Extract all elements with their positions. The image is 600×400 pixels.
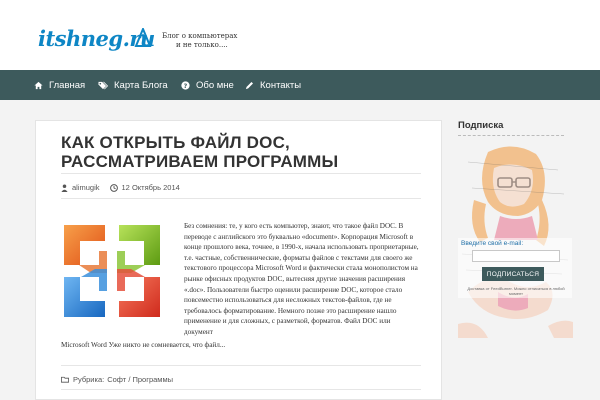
tagline-line-1: Блог о компьютерах <box>162 32 238 40</box>
post-date: 12 Октябрь 2014 <box>109 183 180 192</box>
post-author-name: alimugik <box>72 183 100 192</box>
site-tagline: Блог о компьютерах и не только.... <box>162 32 237 50</box>
post-excerpt-tail: Microsoft Word Уже никто не сомневается,… <box>61 341 226 349</box>
svg-text:?: ? <box>184 83 188 90</box>
nav-item-contacts[interactable]: Контакты <box>245 70 301 100</box>
post-title[interactable]: КАК ОТКРЫТЬ ФАЙЛ DOC, РАССМАТРИВАЕМ ПРОГ… <box>61 133 431 171</box>
post-author[interactable]: alimugik <box>61 183 100 192</box>
post-category: Рубрика: Софт / Программы <box>61 375 173 384</box>
main-navigation: Главная Карта Блога ? Обо мне Контакты <box>0 70 600 100</box>
post-meta: alimugik 12 Октябрь 2014 <box>61 183 190 192</box>
category-link[interactable]: Софт / Программы <box>107 375 173 384</box>
folder-icon <box>61 376 69 383</box>
user-icon <box>61 184 68 192</box>
subscribe-form: Введите свой e-mail: ПОДПИСАТЬСЯ Доставк… <box>458 238 572 298</box>
nav-item-blog-map[interactable]: Карта Блога <box>98 70 168 100</box>
nav-item-home[interactable]: Главная <box>34 70 85 100</box>
nav-label-contacts: Контакты <box>260 79 302 91</box>
nav-item-about[interactable]: ? Обо мне <box>181 70 234 100</box>
subscribe-button[interactable]: ПОДПИСАТЬСЯ <box>482 267 544 281</box>
question-icon: ? <box>181 80 190 90</box>
tags-icon <box>98 81 108 89</box>
sidebar-subscribe-title: Подписка <box>458 120 504 131</box>
meta-divider <box>61 198 421 199</box>
pencil-icon <box>245 81 254 89</box>
home-icon <box>34 81 43 89</box>
post-excerpt: Без сомнения: те, у кого есть компьютер,… <box>184 222 419 336</box>
sidebar-title-rule <box>458 135 564 136</box>
site-header: itshneg.ru Блог о компьютерах и не тольк… <box>0 0 600 70</box>
email-input[interactable] <box>472 250 560 262</box>
excerpt-divider <box>61 365 421 366</box>
nav-label-home: Главная <box>49 79 86 91</box>
post-card: КАК ОТКРЫТЬ ФАЙЛ DOC, РАССМАТРИВАЕМ ПРОГ… <box>35 120 442 400</box>
clock-icon <box>109 183 118 192</box>
bottom-divider <box>61 389 421 390</box>
email-label: Введите свой e-mail: <box>461 240 524 247</box>
site-logo[interactable]: itshneg.ru Блог о компьютерах и не тольк… <box>38 24 238 58</box>
post-date-text: 12 Октябрь 2014 <box>121 183 180 192</box>
nav-label-blog-map: Карта Блога <box>114 79 168 91</box>
tagline-line-2: и не только.... <box>176 41 228 49</box>
category-label: Рубрика: <box>73 375 105 384</box>
nav-label-about: Обо мне <box>196 79 234 91</box>
title-divider <box>61 173 421 174</box>
pencil-logo-icon <box>134 28 152 47</box>
office-logo-image[interactable] <box>61 221 166 321</box>
feedburner-note: Доставка от FeedBurner. Можно отписаться… <box>467 286 565 296</box>
